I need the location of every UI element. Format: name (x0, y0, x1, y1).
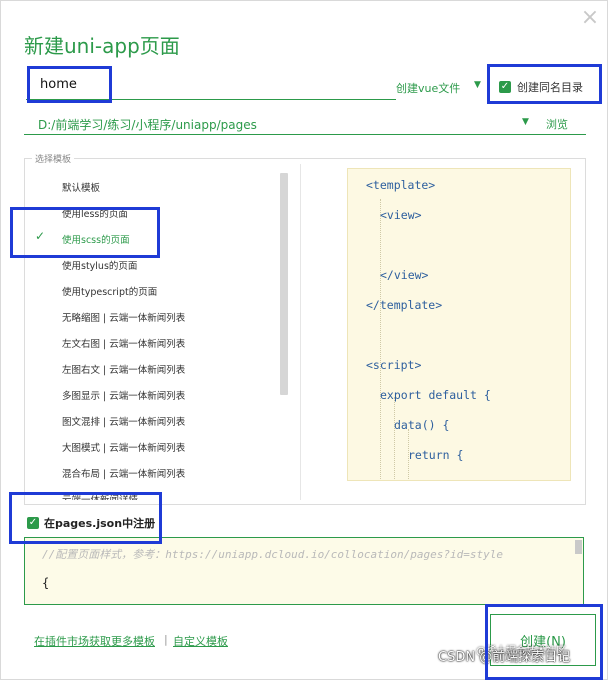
annotation-box-create (485, 604, 603, 680)
code-line: </view> (380, 268, 429, 282)
code-line: <template> (366, 178, 436, 192)
style-brace: { (42, 576, 50, 590)
template-item[interactable]: 默认模板 (26, 175, 284, 197)
indent-guide (380, 199, 381, 479)
template-item[interactable]: 左文右图 | 云端一体新闻列表 (26, 331, 284, 353)
annotation-box-scss (10, 207, 160, 258)
code-line: return { (408, 448, 464, 462)
template-item[interactable]: 左图右文 | 云端一体新闻列表 (26, 357, 284, 379)
chevron-down-icon[interactable]: ▼ (474, 80, 481, 90)
custom-template-link[interactable]: 自定义模板 (173, 633, 228, 649)
template-item[interactable]: 图文混排 | 云端一体新闻列表 (26, 409, 284, 431)
annotation-box-pages-json (9, 492, 162, 544)
path-dropdown-icon[interactable]: ▼ (522, 117, 529, 127)
code-line: data() { (394, 418, 450, 432)
template-item[interactable]: 大图模式 | 云端一体新闻列表 (26, 435, 284, 457)
style-comment: //配置页面样式，参考：https://uniapp.dcloud.io/col… (42, 548, 503, 561)
template-item[interactable]: 多图显示 | 云端一体新闻列表 (26, 383, 284, 405)
code-line: </template> (366, 298, 443, 312)
template-list-scrollbar[interactable] (280, 173, 288, 395)
template-preview: <template> <view> </view> </template> <s… (347, 168, 571, 481)
template-item[interactable]: 混合布局 | 云端一体新闻列表 (26, 461, 284, 483)
file-type-select[interactable]: 创建vue文件 (396, 80, 460, 96)
template-item[interactable]: 无略缩图 | 云端一体新闻列表 (26, 305, 284, 327)
code-line: <view> (380, 208, 422, 222)
template-item[interactable]: 使用typescript的页面 (26, 279, 284, 301)
indent-guide (394, 397, 395, 480)
page-path-field[interactable]: D:/前端学习/练习/小程序/uniapp/pages (38, 116, 257, 133)
close-icon[interactable]: × (578, 6, 602, 30)
annotation-box-name (27, 66, 112, 103)
code-line: export default { (380, 388, 491, 402)
template-divider (300, 164, 301, 500)
template-group-legend: 选择模板 (32, 152, 75, 165)
style-editor-scrollbar[interactable] (575, 540, 582, 554)
annotation-box-same-dir (487, 64, 602, 104)
browse-button[interactable]: 浏览 (546, 116, 568, 132)
market-templates-link[interactable]: 在插件市场获取更多模板 (34, 633, 155, 649)
dialog-title: 新建uni-app页面 (24, 34, 180, 58)
link-separator: | (164, 633, 168, 646)
path-underline (24, 134, 586, 135)
code-line: <script> (366, 358, 422, 372)
